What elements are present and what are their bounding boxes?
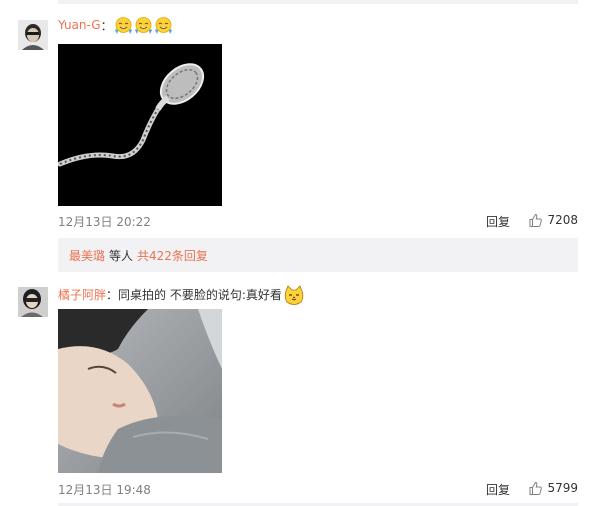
comment-text: 同桌拍的 不要脸的说句:真好看	[118, 287, 282, 302]
separator: ：	[106, 287, 119, 302]
reply-button[interactable]: 回复	[486, 481, 510, 498]
laughing-crying-emoji-icon	[154, 16, 173, 35]
separator: ：	[100, 18, 113, 33]
comment-item: Yuan-G ： 12月13日 20:22 回复 7208	[0, 0, 598, 240]
view-all-replies-link[interactable]: 共422条回复	[137, 247, 208, 264]
like-button[interactable]: 7208	[529, 213, 578, 227]
avatar[interactable]	[18, 20, 48, 50]
username-link[interactable]: 橘子阿胖	[58, 286, 106, 303]
cat-smirk-emoji-icon	[283, 284, 304, 305]
avatar[interactable]	[18, 287, 48, 317]
sub-replies-bar: 最美璐 等人 共422条回复	[58, 238, 578, 272]
comment-meta: 12月13日 20:22 回复 7208	[58, 213, 578, 229]
timestamp: 12月13日 20:22	[58, 215, 151, 229]
laughing-crying-emoji-icon	[134, 16, 153, 35]
comment-meta: 12月13日 19:48 回复 5799	[58, 481, 578, 497]
thumbs-up-icon	[529, 213, 543, 227]
username-link[interactable]: Yuan-G	[58, 18, 101, 32]
comment-header: 橘子阿胖 ： 同桌拍的 不要脸的说句:真好看	[58, 283, 304, 305]
sub-reply-user-link[interactable]: 最美璐	[69, 247, 105, 264]
comment-header: Yuan-G ：	[58, 14, 173, 36]
thumbs-up-icon	[529, 481, 543, 495]
like-count: 7208	[547, 213, 578, 227]
like-button[interactable]: 5799	[529, 481, 578, 495]
comment-image[interactable]	[58, 44, 222, 206]
reply-button[interactable]: 回复	[486, 213, 510, 230]
timestamp: 12月13日 19:48	[58, 483, 151, 497]
comment-item: 橘子阿胖 ： 同桌拍的 不要脸的说句:真好看 12月13日 19:48 回复 5…	[0, 278, 598, 506]
sub-reply-text: 等人	[109, 248, 134, 263]
like-count: 5799	[547, 481, 578, 495]
comment-image[interactable]	[58, 309, 222, 473]
laughing-crying-emoji-icon	[114, 16, 133, 35]
